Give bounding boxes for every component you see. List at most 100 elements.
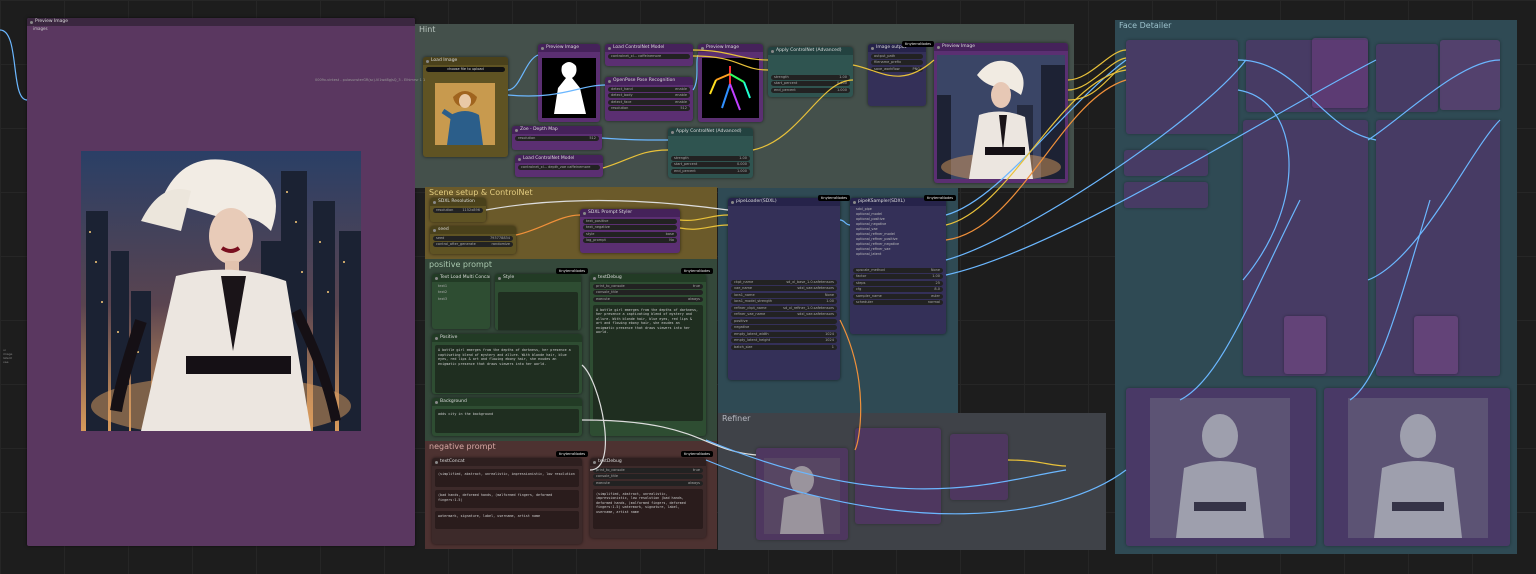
- start-percent-field[interactable]: start_percent 0.000: [671, 162, 750, 167]
- apply-controlnet-node-1[interactable]: Apply ControlNet (Advanced) strength 1.00…: [768, 47, 853, 97]
- multi-concat-node[interactable]: Text Load Multi Concat text1 text2 text3: [432, 274, 490, 329]
- batch-size-field[interactable]: batch_size 1: [731, 344, 837, 350]
- print-to-console-toggle[interactable]: print_to_console true: [593, 283, 703, 289]
- execute-field[interactable]: execute always: [593, 480, 703, 486]
- strength-field[interactable]: strength 1.00: [771, 74, 850, 80]
- negative-text-1[interactable]: (simplified, abstract, unrealistic, impr…: [435, 469, 579, 487]
- zoe-depth-node[interactable]: Zoe - Depth Map resolution 512: [512, 126, 602, 150]
- negative-text-3[interactable]: watermark, signature, label, username, a…: [435, 511, 579, 529]
- detailer-crop-node-2[interactable]: [1440, 40, 1500, 110]
- controlnet-select-1[interactable]: controlnet_xl... caffeinemore: [608, 53, 690, 59]
- output-path-field[interactable]: output_path: [871, 53, 923, 59]
- end-percent-field[interactable]: end_percent 1.000: [771, 87, 850, 93]
- controlnet-select-2[interactable]: controlnet_xl... depth_zoe caffeinemore: [518, 164, 600, 170]
- apply-controlnet-node-2[interactable]: Apply ControlNet (Advanced) strength 1.00…: [668, 128, 753, 178]
- style-node[interactable]: Style: [495, 274, 581, 330]
- sdxl-prompt-styler-node[interactable]: SDXL Prompt Styler text_positive text_ne…: [580, 209, 680, 253]
- detailer-output-node-1[interactable]: [1126, 388, 1316, 546]
- choose-file-button[interactable]: choose file to upload: [426, 66, 505, 72]
- refiner-sampler-node[interactable]: [855, 428, 941, 524]
- negative-text-2[interactable]: (bad hands, deformed hands, (malformed f…: [435, 490, 579, 508]
- detailer-face-thumb-1[interactable]: [1284, 316, 1326, 374]
- positive-field[interactable]: positive: [731, 318, 837, 324]
- preview-image-node-large[interactable]: Preview Image images: [27, 18, 415, 546]
- refiner-preview-node[interactable]: [756, 448, 848, 540]
- detailer-preview-node-2[interactable]: [1376, 44, 1438, 112]
- resolution-field[interactable]: resolution 512: [608, 106, 690, 111]
- lora1-name-field[interactable]: lora1_name None: [731, 292, 837, 298]
- load-controlnet-node-1[interactable]: Load ControlNet Model controlnet_xl... c…: [605, 44, 693, 66]
- vae-name-field[interactable]: vae_name sdxl_vae.safetensors: [731, 286, 837, 291]
- sdxl-resolution-node[interactable]: SDXL Resolution resolution 1152x896: [430, 198, 486, 222]
- latent-width-field[interactable]: empty_latent_width 1024: [731, 331, 837, 337]
- text-debug-negative-node[interactable]: textDebug print_to_console true console_t…: [590, 458, 706, 538]
- preview-image-node-2[interactable]: Preview Image: [698, 44, 763, 122]
- filename-prefix-field[interactable]: filename_prefix: [871, 60, 923, 65]
- detect-hand-field[interactable]: detect_hand enable: [608, 86, 690, 92]
- detailer-crop-node-1[interactable]: [1312, 38, 1368, 108]
- refiner-vae-field[interactable]: refiner_vae_name sdxl_vae.safetensors: [731, 312, 837, 317]
- group-title: negative prompt: [429, 442, 496, 451]
- text-positive-field[interactable]: text_positive: [583, 218, 677, 224]
- factor-field[interactable]: factor 1.00: [853, 274, 943, 279]
- positive-text-node[interactable]: Positive A bottle girl emerges from the …: [432, 334, 582, 394]
- console-title-field[interactable]: console_title: [593, 290, 703, 295]
- text3-input[interactable]: text3: [435, 297, 487, 302]
- detailer-small-node-2[interactable]: [1124, 182, 1208, 208]
- zoe-resolution-field[interactable]: resolution 512: [515, 135, 599, 141]
- refiner-ckpt-field[interactable]: refiner_ckpt_name sd_xl_refiner_1.0.safet…: [731, 305, 837, 311]
- detailer-output-node-2[interactable]: [1324, 388, 1510, 546]
- end-percent-field[interactable]: end_percent 1.000: [671, 168, 750, 174]
- detect-face-field[interactable]: detect_face enable: [608, 99, 690, 105]
- negative-concat-node[interactable]: textConcat (simplified, abstract, unreal…: [432, 458, 582, 544]
- steps-field[interactable]: steps 25: [853, 280, 943, 286]
- text2-input[interactable]: text2: [435, 290, 487, 295]
- start-percent-field[interactable]: start_percent 0.000: [771, 81, 850, 86]
- background-textarea[interactable]: adds city in the background: [435, 409, 579, 433]
- style-field[interactable]: style base: [583, 231, 677, 237]
- group-title: positive prompt: [429, 260, 493, 269]
- image-output-node[interactable]: Image output output_path filename_prefix…: [868, 44, 926, 106]
- pipe-ksampler-node[interactable]: pipeKSampler(SDXL) sdxl_pipe optional_mo…: [850, 198, 946, 334]
- seed-field[interactable]: seed 793778834: [433, 235, 513, 241]
- text-debug-positive-node[interactable]: textDebug print_to_console true console_t…: [590, 274, 706, 436]
- ckpt-name-field[interactable]: ckpt_name sd_xl_base_1.0.safetensors: [731, 279, 837, 285]
- sampler-name-field[interactable]: sampler_name euler: [853, 293, 943, 299]
- debug-output-textarea[interactable]: (simplified, abstract, unrealistic, impr…: [593, 488, 703, 529]
- save-workflow-field[interactable]: save_workflow PNG: [871, 66, 923, 72]
- text1-input[interactable]: text1: [435, 284, 487, 289]
- control-after-generate-field[interactable]: control_after_generate randomize: [433, 242, 513, 247]
- load-controlnet-node-2[interactable]: Load ControlNet Model controlnet_xl... d…: [515, 155, 603, 177]
- strength-field[interactable]: strength 1.00: [671, 155, 750, 161]
- upscale-method-field[interactable]: upscale_method None: [853, 267, 943, 273]
- console-title-field[interactable]: console_title: [593, 474, 703, 479]
- resolution-select[interactable]: resolution 1152x896: [433, 207, 483, 213]
- negative-field[interactable]: negative: [731, 325, 837, 330]
- field-label: text_positive: [586, 218, 609, 223]
- refiner-output-node[interactable]: [950, 434, 1008, 500]
- field-value: always: [687, 296, 700, 301]
- style-text-area[interactable]: [498, 292, 578, 330]
- lora1-strength-field[interactable]: lora1_model_strength 1.00: [731, 299, 837, 304]
- positive-prompt-textarea[interactable]: A bottle girl emerges from the depths of…: [435, 345, 579, 393]
- text-negative-field[interactable]: text_negative: [583, 225, 677, 230]
- seed-node[interactable]: seed seed 793778834 control_after_generat…: [430, 226, 516, 254]
- log-prompt-field[interactable]: log_prompt No: [583, 238, 677, 243]
- detailer-small-node-1[interactable]: [1124, 150, 1208, 176]
- background-text-node[interactable]: Background adds city in the background: [432, 398, 582, 436]
- openpose-node[interactable]: OpenPose Pose Recognition detect_hand en…: [605, 77, 693, 121]
- scheduler-field[interactable]: scheduler normal: [853, 300, 943, 305]
- field-value: enable: [675, 86, 687, 91]
- cfg-field[interactable]: cfg 8.0: [853, 287, 943, 292]
- pipe-loader-node[interactable]: pipeLoader(SDXL) ckpt_name sd_xl_base_1.0…: [728, 198, 840, 380]
- detailer-face-thumb-2[interactable]: [1414, 316, 1458, 374]
- latent-height-field[interactable]: empty_latent_height 1024: [731, 338, 837, 343]
- detailer-loader-node[interactable]: [1126, 40, 1238, 134]
- execute-field[interactable]: execute always: [593, 296, 703, 302]
- print-to-console-toggle[interactable]: print_to_console true: [593, 467, 703, 473]
- preview-image-pose-node[interactable]: Preview Image: [538, 44, 600, 122]
- preview-image-final-node[interactable]: Preview Image: [934, 43, 1068, 183]
- load-image-node[interactable]: Load Image choose file to upload: [423, 57, 508, 157]
- detect-body-field[interactable]: detect_body enable: [608, 93, 690, 98]
- debug-output-textarea[interactable]: A bottle girl emerges from the depths of…: [593, 304, 703, 421]
